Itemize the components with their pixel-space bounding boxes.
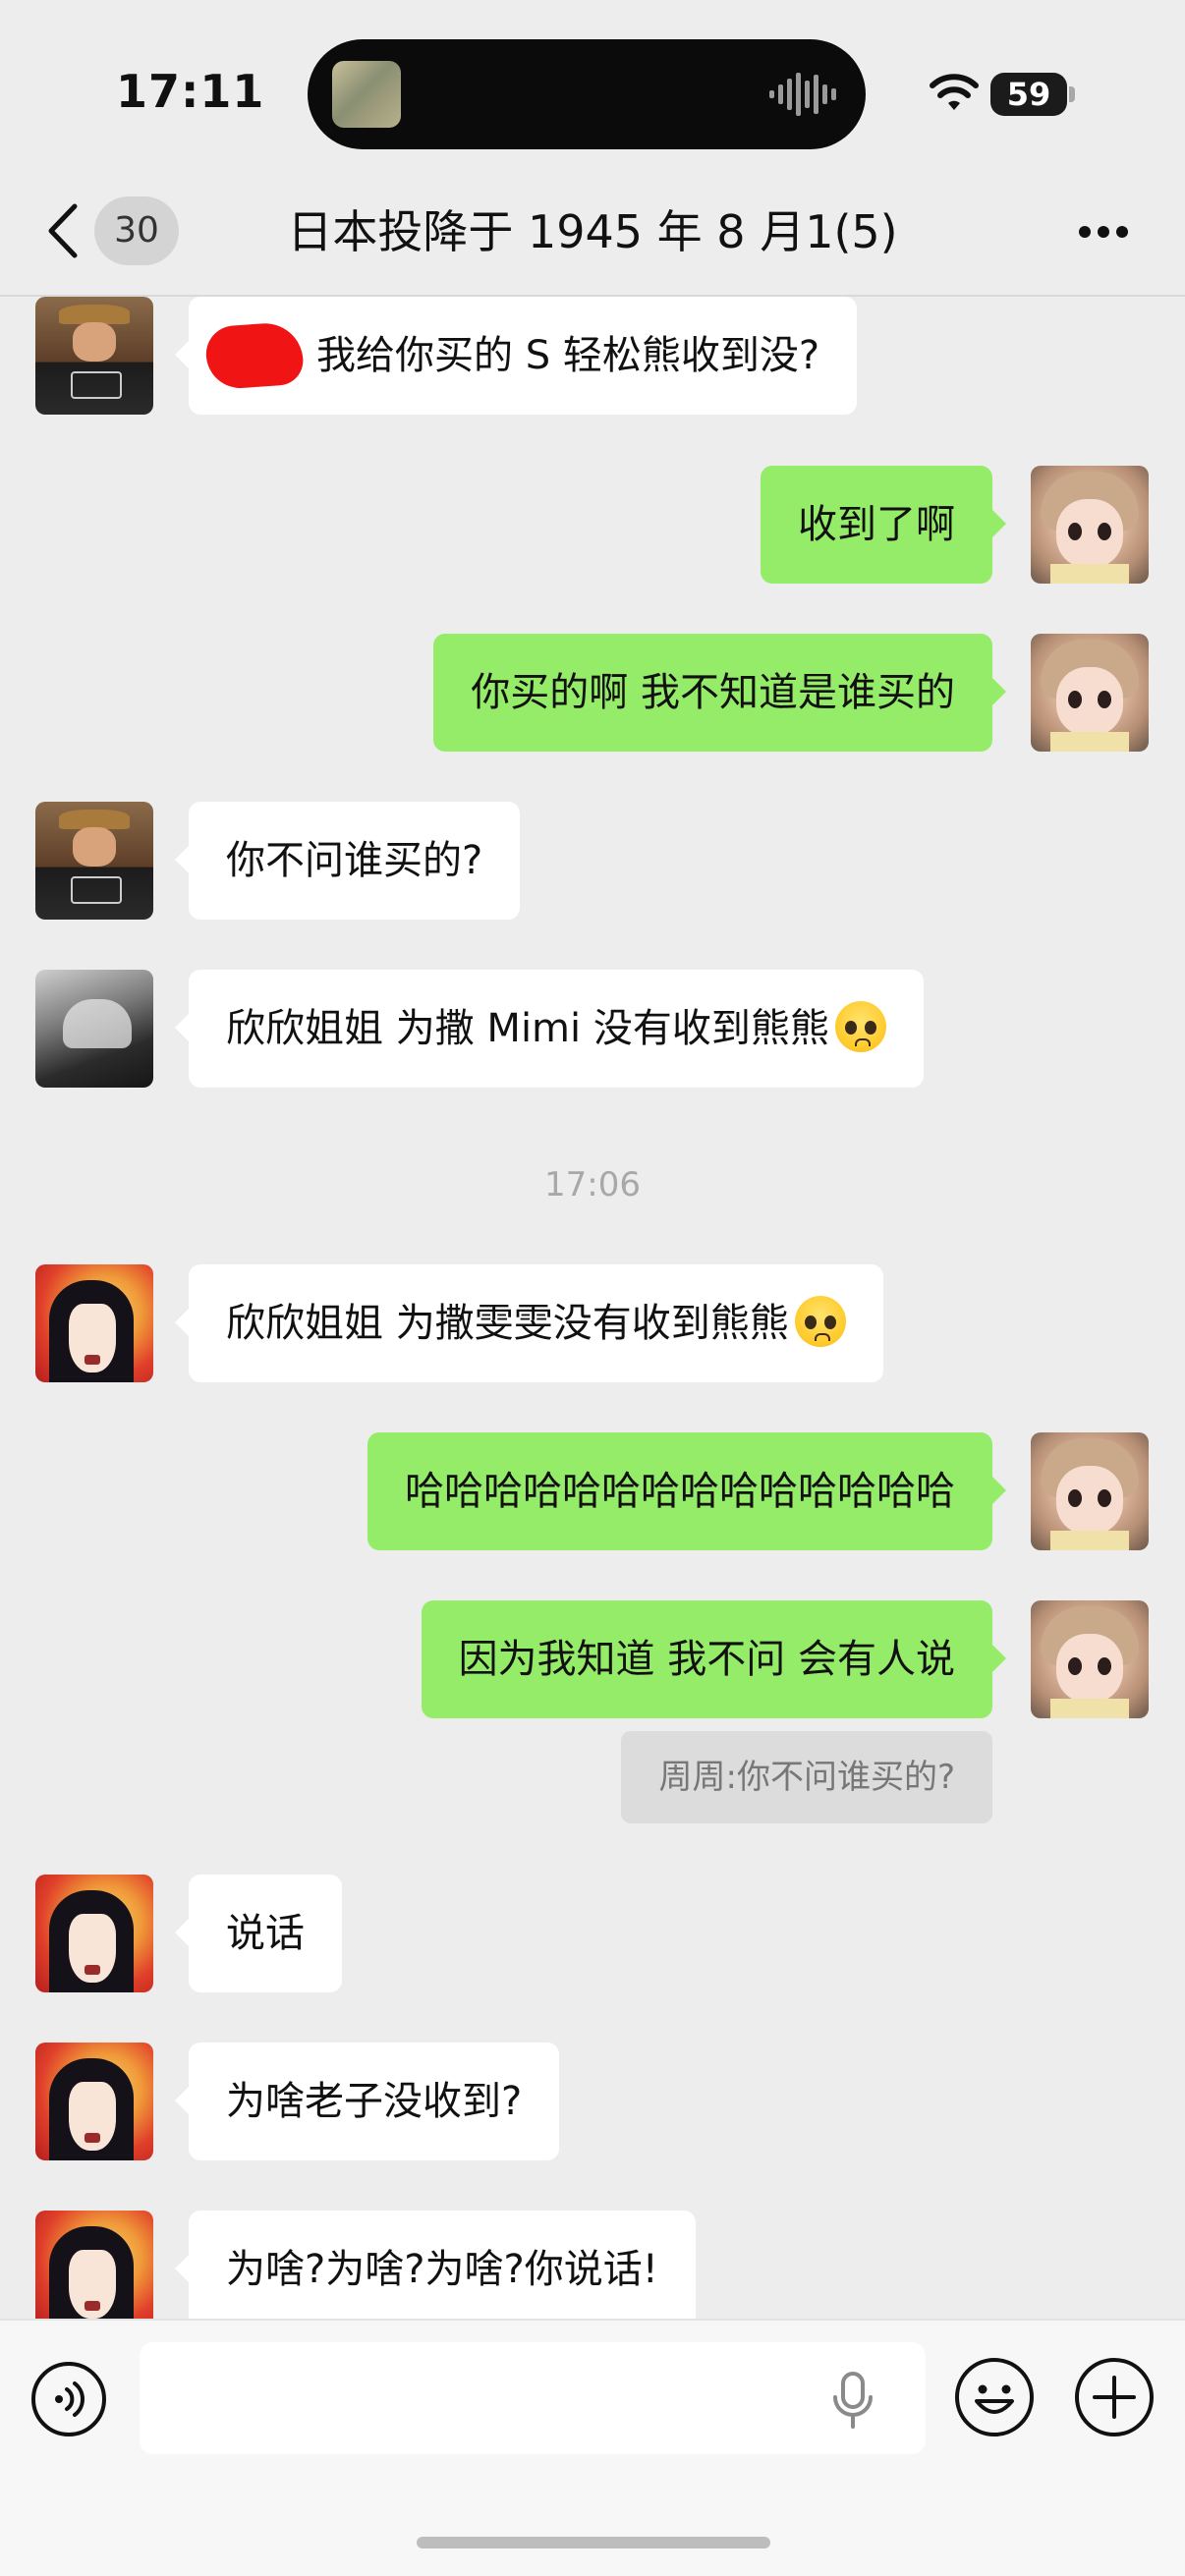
anime-girl-avatar[interactable]	[35, 1264, 153, 1382]
emoji-icon[interactable]	[953, 2356, 1036, 2438]
battery-indicator: 59	[990, 73, 1067, 116]
dynamic-island[interactable]	[308, 39, 866, 149]
message-bubble[interactable]: 收到了啊	[761, 466, 1006, 584]
pleading-face-emoji-icon	[794, 1296, 846, 1347]
message-text: 欣欣姐姐 为撒 Mimi 没有收到熊熊	[226, 1006, 829, 1051]
message-text: 你不问谁买的?	[226, 838, 483, 883]
doll-avatar[interactable]	[1031, 1432, 1149, 1550]
message-input[interactable]	[140, 2342, 926, 2454]
boy-hat-avatar[interactable]	[35, 297, 153, 415]
message-text: 收到了啊	[798, 502, 955, 547]
plus-icon[interactable]	[1073, 2356, 1156, 2438]
wifi-icon	[930, 74, 979, 110]
message-text: 哈哈哈哈哈哈哈哈哈哈哈哈哈哈	[405, 1469, 955, 1514]
now-playing-artwork	[332, 61, 401, 128]
anime-girl-avatar[interactable]	[35, 1875, 153, 1992]
status-time: 17:11	[116, 65, 265, 118]
chat-title: 日本投降于 1945 年 8 月1(5)	[287, 205, 898, 258]
message-text: 因为我知道 我不问 会有人说	[458, 1637, 955, 1682]
more-options-icon[interactable]	[1077, 224, 1130, 240]
message-text: 你买的啊 我不知道是谁买的	[471, 670, 955, 715]
battery-tip	[1069, 86, 1075, 102]
audio-waveform-icon	[769, 73, 836, 116]
home-indicator	[417, 2537, 770, 2548]
message-text: 我给你买的 S 轻松熊收到没?	[316, 333, 820, 378]
message-bubble[interactable]: 哈哈哈哈哈哈哈哈哈哈哈哈哈哈	[367, 1432, 1006, 1550]
doll-avatar[interactable]	[1031, 466, 1149, 584]
anime-girl-avatar[interactable]	[35, 2043, 153, 2160]
message-bubble[interactable]: 因为我知道 我不问 会有人说	[421, 1600, 1007, 1718]
message-bubble[interactable]: 你不问谁买的?	[174, 802, 521, 920]
back-chevron-icon[interactable]	[43, 200, 83, 261]
doll-avatar[interactable]	[1031, 634, 1149, 752]
pleading-face-emoji-icon	[834, 1001, 886, 1052]
message-text: 为啥?为啥?为啥?你说话!	[226, 2247, 658, 2292]
microphone-icon[interactable]	[829, 2370, 876, 2431]
message-text: 说话	[226, 1911, 305, 1956]
message-bubble[interactable]: 为啥老子没收到?	[174, 2043, 560, 2160]
message-text: 欣欣姐姐 为撒雯雯没有收到熊熊	[226, 1301, 789, 1346]
message-bubble[interactable]: 为啥?为啥?为啥?你说话!	[175, 2211, 696, 2328]
message-bubble[interactable]: 说话	[175, 1875, 342, 1992]
redaction-mark	[203, 320, 306, 391]
anime-girl-avatar[interactable]	[35, 2211, 153, 2328]
unread-count-badge[interactable]: 30	[94, 196, 179, 265]
input-bar	[0, 2319, 1185, 2576]
quoted-message[interactable]: 周周:你不问谁买的?	[621, 1731, 992, 1823]
boy-hat-avatar[interactable]	[35, 802, 153, 920]
message-bubble[interactable]: 欣欣姐姐 为撒雯雯没有收到熊熊	[175, 1264, 883, 1382]
message-bubble[interactable]: 我给你买的 S 轻松熊收到没?	[174, 297, 858, 415]
message-bubble[interactable]: 欣欣姐姐 为撒 Mimi 没有收到熊熊	[175, 970, 924, 1088]
message-text: 为啥老子没收到?	[226, 2079, 523, 2124]
doll-avatar[interactable]	[1031, 1600, 1149, 1718]
message-bubble[interactable]: 你买的啊 我不知道是谁买的	[433, 634, 1006, 752]
voice-mode-icon[interactable]	[29, 2360, 108, 2438]
dark-avatar[interactable]	[35, 970, 153, 1088]
chat-timestamp: 17:06	[544, 1165, 641, 1204]
